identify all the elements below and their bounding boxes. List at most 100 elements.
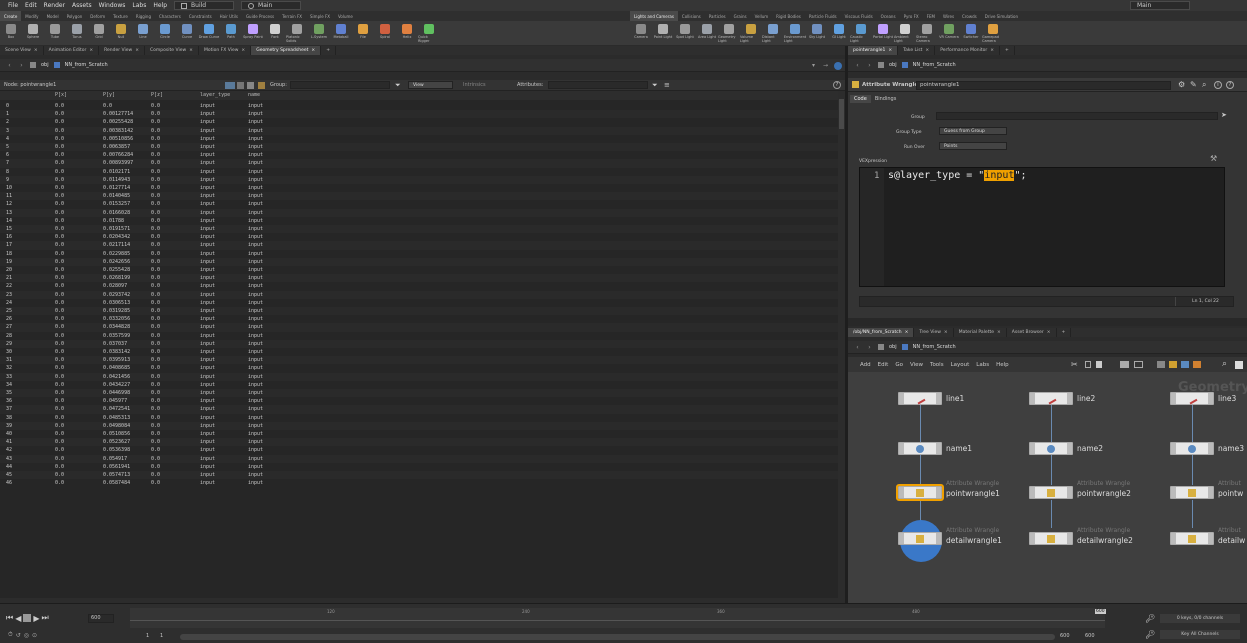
table-row[interactable]: 7 0.0 0.00893997 0.0 input input [0, 159, 838, 168]
step-back-icon[interactable]: ◀ [15, 614, 21, 623]
table-cell[interactable]: 0.0 [151, 422, 160, 430]
table-cell[interactable]: 0.0 [55, 455, 64, 463]
doc-icon[interactable] [1096, 361, 1102, 368]
fps-icon[interactable]: ⊙ [32, 632, 37, 639]
end-frame[interactable]: 600 [1060, 633, 1070, 639]
table-cell[interactable]: input [200, 397, 215, 405]
table-cell[interactable]: input [200, 373, 215, 381]
group-field[interactable] [290, 81, 390, 89]
shelf-tab-right-pyro-fx[interactable]: Pyro FX [900, 11, 923, 21]
table-cell[interactable]: 0.0 [151, 225, 160, 233]
table-cell[interactable]: input [200, 315, 215, 323]
frame-field[interactable]: 600 [88, 614, 114, 623]
table-cell[interactable]: 0.0510856 [103, 430, 130, 438]
tool-sphere[interactable]: Sphere [22, 21, 44, 45]
table-cell[interactable]: 0.0 [55, 323, 64, 331]
shelf-tab-right-wires[interactable]: Wires [939, 11, 958, 21]
table-cell[interactable]: input [200, 274, 215, 282]
table-cell[interactable]: 0.0408685 [103, 364, 130, 372]
table-row[interactable]: 30 0.0 0.0383142 0.0 input input [0, 348, 838, 356]
table-cell[interactable]: input [248, 266, 263, 274]
table-cell[interactable]: 0.0268199 [103, 274, 130, 282]
table-cell[interactable]: 0.0 [55, 307, 64, 315]
shelf-tab-right-grains[interactable]: Grains [730, 11, 751, 21]
table-cell[interactable]: input [200, 110, 215, 118]
wrench-icon[interactable]: ✂ [1071, 360, 1078, 369]
col-pz[interactable]: P[z] [151, 91, 163, 99]
table-cell[interactable]: 0.0 [151, 307, 160, 315]
group-type-dropdown[interactable]: Guess from Group [939, 127, 1007, 135]
table-cell[interactable]: input [248, 217, 263, 225]
back-icon[interactable]: ‹ [6, 62, 13, 69]
table-cell[interactable]: 0.045977 [103, 397, 127, 405]
table-cell[interactable]: 0.0 [151, 373, 160, 381]
shelf-tab-right-collisions[interactable]: Collisions [678, 11, 705, 21]
tab-performance-monitor[interactable]: Performance Monitor × [935, 46, 1001, 55]
tool-draw-curve[interactable]: Draw Curve [198, 21, 220, 45]
tool-helix[interactable]: Helix [396, 21, 418, 45]
forward-icon-3[interactable]: › [866, 344, 873, 351]
path-node-2[interactable]: NN_from_Scratch [913, 62, 956, 68]
table-cell[interactable]: 0.0 [151, 102, 160, 110]
table-cell[interactable]: input [200, 266, 215, 274]
shelf-tab-right-vellum[interactable]: Vellum [751, 11, 773, 21]
tool-area-light[interactable]: Area Light [696, 21, 718, 45]
table-cell[interactable]: input [248, 209, 263, 217]
code-line[interactable]: s@layer_type = "input"; [888, 170, 1026, 181]
tab-animation-editor[interactable]: Animation Editor × [44, 46, 100, 55]
tool-box[interactable]: Box [0, 21, 22, 45]
table-cell[interactable]: input [200, 389, 215, 397]
table-cell[interactable]: 0.0 [151, 233, 160, 241]
table-cell[interactable]: input [248, 168, 263, 176]
table-cell[interactable]: 0.0 [55, 299, 64, 307]
forward-icon[interactable]: › [18, 62, 25, 69]
key-all-button[interactable]: Key All Channels [1160, 630, 1240, 639]
play-icon[interactable]: ▶ [33, 614, 39, 623]
table-cell[interactable]: input [248, 414, 263, 422]
table-cell[interactable]: 0.0 [55, 373, 64, 381]
table-cell[interactable]: 0.0 [55, 135, 64, 143]
table-cell[interactable]: input [200, 323, 215, 331]
table-row[interactable]: 2 0.0 0.00255428 0.0 input input [0, 118, 838, 126]
table-cell[interactable]: 0.0 [55, 233, 64, 241]
table-row[interactable]: 43 0.0 0.054917 0.0 input input [0, 454, 838, 463]
table-row[interactable]: 33 0.0 0.0421456 0.0 input input [0, 372, 838, 381]
table-cell[interactable]: 0.0472541 [103, 405, 130, 413]
tab-tree-view[interactable]: Tree View × [914, 328, 954, 337]
node-name1[interactable] [898, 442, 942, 455]
table-cell[interactable]: 0.0 [151, 176, 160, 184]
table-cell[interactable]: 0.0 [55, 438, 64, 446]
shelf-tab-left-constraints[interactable]: Constraints [185, 11, 216, 21]
tool-environment-light[interactable]: Environment Light [784, 21, 806, 45]
tool-spot-light[interactable]: Spot Light [674, 21, 696, 45]
table-cell[interactable]: 0.0114943 [103, 176, 130, 184]
table-cell[interactable]: input [200, 471, 215, 479]
table-cell[interactable]: 0.0191571 [103, 225, 130, 233]
table-cell[interactable]: input [248, 381, 263, 389]
col-py[interactable]: P[y] [103, 91, 115, 99]
table-row[interactable]: 25 0.0 0.0319285 0.0 input input [0, 307, 838, 316]
table-cell[interactable]: 0.0 [151, 241, 160, 249]
table-cell[interactable]: 0.0 [55, 348, 64, 356]
tool-metaball[interactable]: Metaball [330, 21, 352, 45]
table-cell[interactable]: input [200, 217, 215, 225]
table-cell[interactable]: 0.0 [151, 159, 160, 167]
current-frame-marker[interactable]: 600 [1095, 609, 1106, 614]
table-cell[interactable]: 0.0 [151, 217, 160, 225]
table-cell[interactable]: 0.0 [55, 250, 64, 258]
table-cell[interactable]: 0.0 [55, 405, 64, 413]
table-cell[interactable]: input [248, 192, 263, 200]
table-cell[interactable]: input [200, 127, 215, 135]
table-cell[interactable]: 0.037037 [103, 340, 127, 348]
table-row[interactable]: 18 0.0 0.0229885 0.0 input input [0, 250, 838, 258]
table-cell[interactable]: 0.00383142 [103, 127, 133, 135]
table-cell[interactable]: input [248, 356, 263, 364]
table-cell[interactable]: 0.054917 [103, 455, 127, 463]
table-row[interactable]: 35 0.0 0.0446998 0.0 input input [0, 389, 838, 398]
table-cell[interactable]: 0.0 [151, 463, 160, 471]
table-row[interactable]: 42 0.0 0.0536398 0.0 input input [0, 446, 838, 454]
shelf-tab-left-simple-fx[interactable]: Simple FX [306, 11, 334, 21]
shelf-tab-left-texture[interactable]: Texture [109, 11, 132, 21]
table-row[interactable]: 0 0.0 0.0 0.0 input input [0, 102, 838, 110]
table-cell[interactable]: input [200, 381, 215, 389]
